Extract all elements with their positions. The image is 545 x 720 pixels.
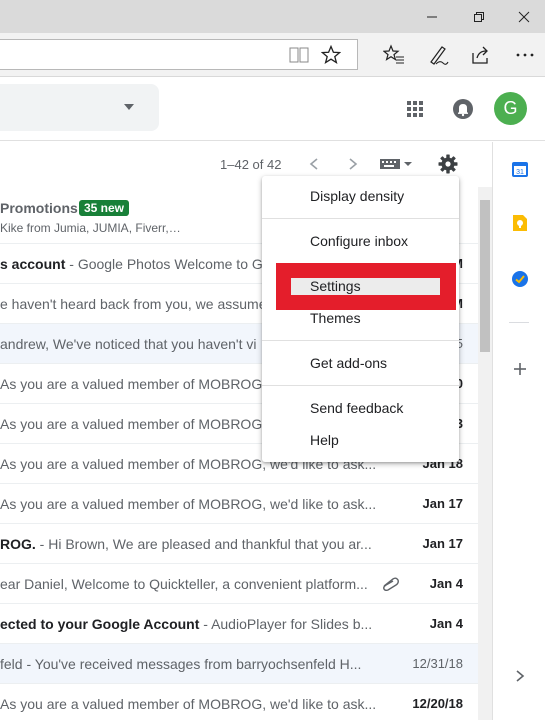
- browser-toolbar: [0, 33, 545, 77]
- address-bar[interactable]: [0, 39, 358, 70]
- reading-view-icon[interactable]: [288, 46, 310, 64]
- list-item[interactable]: feld - You've received messages from bar…: [0, 644, 478, 684]
- message-snippet: andrew, We've noticed that you haven't v…: [0, 336, 257, 352]
- settings-menu: Display density Configure inbox Themes G…: [262, 176, 459, 462]
- message-snippet: As you are a valued member of MOBROG, we…: [0, 696, 377, 712]
- apps-grid-icon[interactable]: [404, 98, 426, 120]
- page-range: 1–42 of 42: [220, 157, 282, 172]
- input-tools-keyboard-icon[interactable]: [378, 156, 414, 172]
- promotions-senders: Kike from Jumia, JUMIA, Fiverr,…: [0, 221, 181, 235]
- search-box[interactable]: [0, 84, 159, 131]
- list-item[interactable]: As you are a valued member of MOBROG, we…: [0, 484, 478, 524]
- calendar-icon[interactable]: 31: [509, 158, 531, 180]
- restore-icon[interactable]: [457, 0, 501, 33]
- message-snippet: As you are a valued member of MOBROG,: [0, 416, 267, 432]
- notifications-bell-icon[interactable]: [451, 97, 475, 121]
- promotions-title: Promotions: [0, 200, 78, 216]
- message-snippet: ear Daniel, Welcome to Quickteller, a co…: [0, 576, 368, 592]
- tasks-icon[interactable]: [509, 268, 531, 290]
- menu-item-settings[interactable]: Settings: [310, 278, 361, 295]
- list-item[interactable]: ected to your Google Account - AudioPlay…: [0, 604, 478, 644]
- list-item[interactable]: ROG. - Hi Brown, We are pleased and than…: [0, 524, 478, 564]
- scrollbar-thumb[interactable]: [480, 200, 490, 352]
- search-options-caret-icon[interactable]: [122, 102, 136, 112]
- message-snippet: As you are a valued member of MOBROG,: [0, 376, 267, 392]
- message-date: Jan 4: [429, 616, 463, 631]
- menu-divider: [262, 218, 459, 219]
- window-title-bar: [0, 0, 545, 33]
- expand-panel-chevron-icon[interactable]: [509, 665, 531, 687]
- more-icon[interactable]: [513, 43, 537, 67]
- side-panel-divider: [509, 322, 529, 323]
- favorites-hub-icon[interactable]: [382, 43, 406, 67]
- message-snippet: Hi Brown, We are pleased and thankful th…: [48, 536, 372, 552]
- list-item[interactable]: ear Daniel, Welcome to Quickteller, a co…: [0, 564, 478, 604]
- share-icon[interactable]: [469, 43, 493, 67]
- menu-item-send-feedback[interactable]: Send feedback: [262, 392, 459, 424]
- promotions-new-badge: 35 new: [79, 200, 130, 216]
- settings-gear-icon[interactable]: [437, 153, 459, 175]
- menu-item-help[interactable]: Help: [262, 424, 459, 456]
- gmail-header: G: [0, 78, 545, 141]
- newer-chevron-icon[interactable]: [345, 156, 361, 172]
- message-subject: ROG.: [0, 536, 36, 552]
- menu-item-get-addons[interactable]: Get add-ons: [262, 347, 459, 379]
- minimize-icon[interactable]: [410, 0, 454, 33]
- message-date: Jan 17: [422, 536, 463, 551]
- keep-icon[interactable]: [509, 212, 531, 234]
- message-subject: s account: [0, 256, 66, 272]
- message-date: 12/20/18: [412, 696, 463, 711]
- older-chevron-icon[interactable]: [306, 156, 322, 172]
- message-date: Jan 4: [429, 576, 463, 591]
- menu-item-display-density[interactable]: Display density: [262, 180, 459, 212]
- close-icon[interactable]: [502, 0, 545, 33]
- message-snippet: AudioPlayer for Slides b...: [211, 616, 373, 632]
- list-item[interactable]: As you are a valued member of MOBROG, we…: [0, 684, 478, 720]
- message-snippet: Google Photos Welcome to Go: [77, 256, 271, 272]
- menu-divider: [262, 385, 459, 386]
- add-addon-plus-icon[interactable]: [509, 358, 531, 380]
- avatar-letter: G: [503, 98, 518, 118]
- attachment-icon: [380, 577, 400, 596]
- message-snippet: e haven't heard back from you, we assume: [0, 296, 267, 312]
- pen-icon[interactable]: [426, 43, 450, 67]
- svg-text:31: 31: [516, 169, 524, 176]
- favorite-star-icon[interactable]: [320, 44, 342, 66]
- side-panel: 31: [492, 142, 545, 720]
- message-subject: ected to your Google Account: [0, 616, 200, 632]
- avatar[interactable]: G: [494, 92, 527, 125]
- message-snippet: feld - You've received messages from bar…: [0, 656, 362, 672]
- menu-divider: [262, 340, 459, 341]
- message-snippet: As you are a valued member of MOBROG, we…: [0, 496, 377, 512]
- message-date: 12/31/18: [412, 656, 463, 671]
- menu-item-configure-inbox[interactable]: Configure inbox: [262, 225, 459, 257]
- message-date: Jan 17: [422, 496, 463, 511]
